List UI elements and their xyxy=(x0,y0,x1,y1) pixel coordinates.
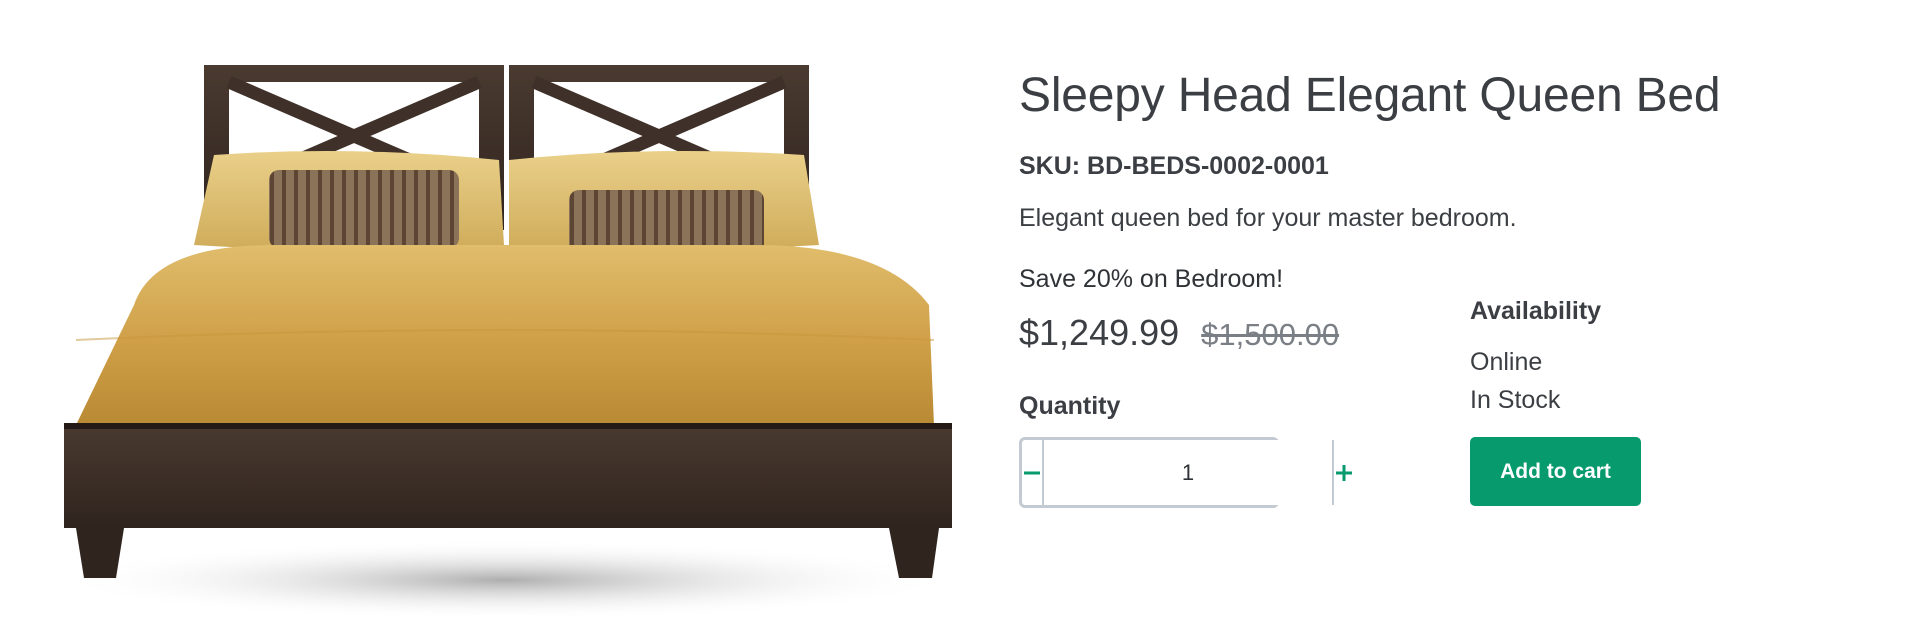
quantity-stepper xyxy=(1019,437,1352,508)
bed-illustration xyxy=(54,65,954,620)
original-price: $1,500.00 xyxy=(1201,317,1340,352)
promo-text: Save 20% on Bedroom! xyxy=(1019,265,1284,293)
minus-icon xyxy=(1024,471,1040,474)
add-to-cart-button[interactable]: Add to cart xyxy=(1470,437,1641,506)
availability-label: Availability xyxy=(1470,297,1602,325)
availability-channel: Online xyxy=(1470,348,1543,376)
product-sku: SKU: BD-BEDS-0002-0001 xyxy=(1019,152,1329,180)
stock-status: In Stock xyxy=(1470,386,1561,414)
quantity-input[interactable] xyxy=(1042,440,1334,505)
product-title: Sleepy Head Elegant Queen Bed xyxy=(1019,69,1721,122)
decrement-button[interactable] xyxy=(1022,440,1042,505)
product-image xyxy=(54,40,954,622)
product-description: Elegant queen bed for your master bedroo… xyxy=(1019,204,1517,232)
quantity-label: Quantity xyxy=(1019,392,1121,420)
sale-price: $1,249.99 xyxy=(1019,312,1180,353)
price-row: $1,249.99 $1,500.00 xyxy=(1019,312,1339,354)
plus-icon xyxy=(1336,464,1352,481)
increment-button[interactable] xyxy=(1334,440,1354,505)
